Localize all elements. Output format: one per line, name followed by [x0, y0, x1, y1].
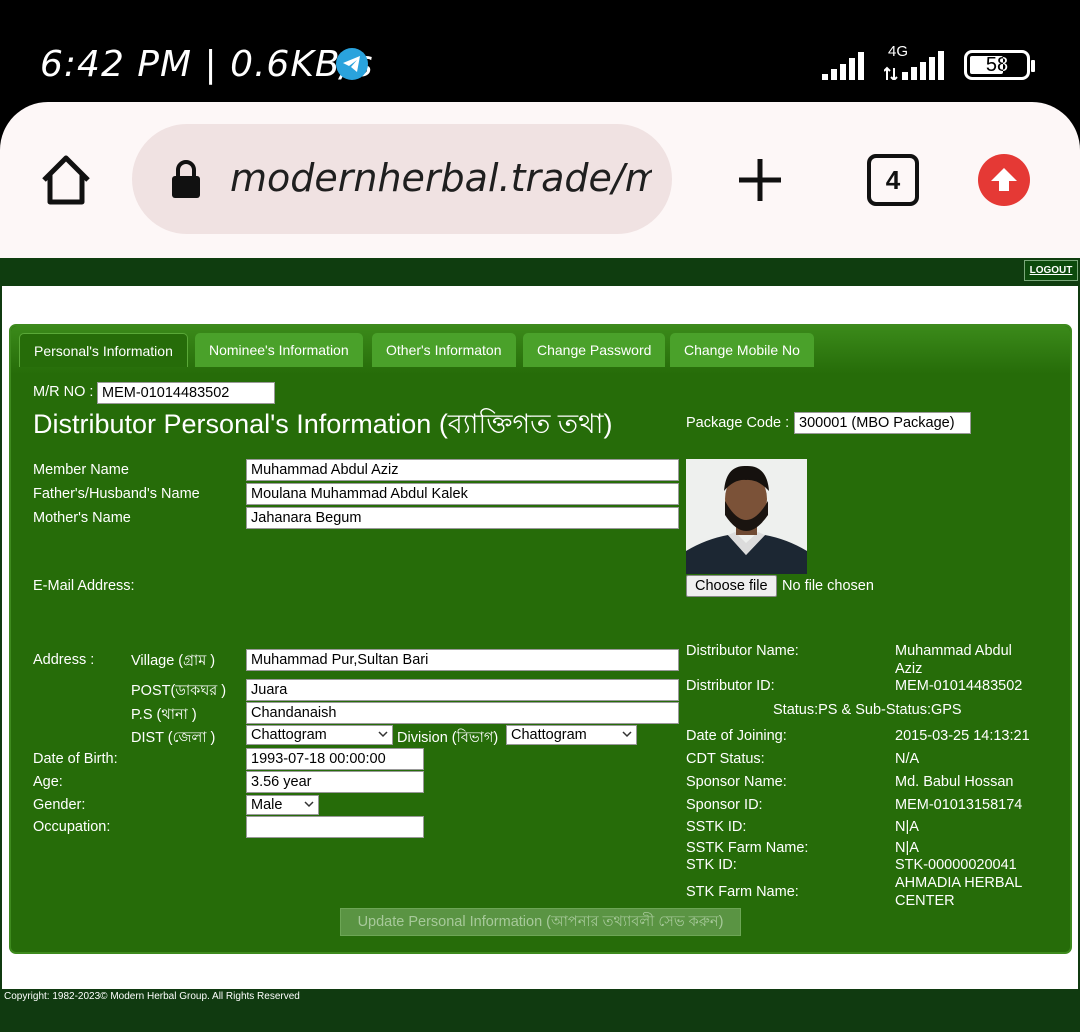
profile-photo — [686, 459, 807, 574]
update-arrow-icon[interactable] — [978, 154, 1030, 206]
gender-label: Gender: — [33, 797, 86, 813]
division-select[interactable]: Chattogram — [506, 725, 637, 745]
tab-bar: Personal's Information Nominee's Informa… — [11, 326, 1070, 374]
mr-no-field[interactable]: MEM-01014483502 — [97, 382, 275, 404]
chevron-down-icon — [622, 731, 632, 738]
dist-label: DIST (জেলা ) — [131, 730, 216, 746]
top-strip: LOGOUT — [0, 258, 1080, 286]
tab-others-information[interactable]: Other's Informaton — [372, 333, 516, 367]
telegram-icon — [336, 48, 368, 80]
no-file-text: No file chosen — [782, 578, 874, 594]
stk-farm-line1: AHMADIA HERBAL — [895, 875, 1023, 891]
sstk-id-value: N|A — [895, 819, 919, 835]
browser-toolbar: modernherbal.trade/mx 4 — [0, 102, 1080, 258]
tab-personal-information[interactable]: Personal's Information — [19, 333, 188, 367]
division-value: Chattogram — [511, 727, 587, 743]
sstk-farm-value: N|A — [895, 840, 919, 856]
village-field[interactable]: Muhammad Pur,Sultan Bari — [246, 649, 679, 671]
distributor-name-line1: Muhammad Abdul — [895, 643, 1012, 659]
occupation-field[interactable] — [246, 816, 424, 838]
post-label: POST(ডাকঘর ) — [131, 683, 227, 699]
mother-name-field[interactable]: Jahanara Begum — [246, 507, 679, 529]
ps-label: P.S (থানা ) — [131, 707, 197, 723]
signal-icon — [822, 52, 864, 80]
doj-value: 2015-03-25 14:13:21 — [895, 728, 1030, 744]
cdt-label: CDT Status: — [686, 751, 765, 767]
sstk-farm-label: SSTK Farm Name: — [686, 840, 809, 856]
battery-icon: 58 — [964, 50, 1035, 80]
ps-field[interactable]: Chandanaish — [246, 702, 679, 724]
sponsor-id-label: Sponsor ID: — [686, 797, 763, 813]
father-name-label: Father's/Husband's Name — [33, 486, 200, 502]
sponsor-name-value: Md. Babul Hossan — [895, 774, 1014, 790]
age-field[interactable]: 3.56 year — [246, 771, 424, 793]
footer-copyright: Copyright: 1982-2023© Modern Herbal Grou… — [4, 991, 300, 1002]
distributor-status: Status:PS & Sub-Status:GPS — [773, 702, 962, 718]
distributor-name-line2: Aziz — [895, 661, 923, 677]
sponsor-id-value: MEM-01013158174 — [895, 797, 1023, 813]
address-bar[interactable]: modernherbal.trade/mx — [132, 124, 672, 234]
home-icon[interactable] — [38, 152, 94, 208]
email-label: E-Mail Address: — [33, 578, 135, 594]
sstk-id-label: SSTK ID: — [686, 819, 747, 835]
chevron-down-icon — [378, 731, 388, 738]
dob-field[interactable]: 1993-07-18 00:00:00 — [246, 748, 424, 770]
stk-farm-line2: CENTER — [895, 893, 955, 909]
doj-label: Date of Joining: — [686, 728, 787, 744]
tab-count-button[interactable]: 4 — [867, 154, 919, 206]
stk-id-value: STK-00000020041 — [895, 857, 1017, 873]
address-label: Address : — [33, 652, 95, 668]
member-name-field[interactable]: Muhammad Abdul Aziz — [246, 459, 679, 481]
occupation-label: Occupation: — [33, 819, 111, 835]
cdt-value: N/A — [895, 751, 920, 767]
stk-id-label: STK ID: — [686, 857, 737, 873]
stk-farm-label: STK Farm Name: — [686, 884, 799, 900]
new-tab-icon[interactable] — [736, 156, 784, 204]
gender-select[interactable]: Male — [246, 795, 319, 815]
district-select[interactable]: Chattogram — [246, 725, 393, 745]
tab-change-password[interactable]: Change Password — [523, 333, 666, 367]
dob-label: Date of Birth: — [33, 751, 118, 767]
logout-button[interactable]: LOGOUT — [1024, 260, 1078, 281]
tab-change-mobile[interactable]: Change Mobile No — [670, 333, 814, 367]
age-label: Age: — [33, 774, 63, 790]
page-title: Distributor Personal's Information (ব্যা… — [33, 409, 613, 439]
distributor-id-value: MEM-01014483502 — [895, 678, 1023, 694]
gender-value: Male — [251, 797, 283, 813]
lock-icon — [172, 160, 200, 198]
mother-name-label: Mother's Name — [33, 510, 131, 526]
package-code-label: Package Code : — [686, 415, 790, 431]
status-time-speed: 6:42 PM | 0.6KB/s — [40, 44, 374, 85]
sponsor-name-label: Sponsor Name: — [686, 774, 787, 790]
post-field[interactable]: Juara — [246, 679, 679, 701]
father-name-field[interactable]: Moulana Muhammad Abdul Kalek — [246, 483, 679, 505]
tab-nominee-information[interactable]: Nominee's Information — [195, 333, 363, 367]
signal-4g-icon — [884, 51, 944, 80]
url-text[interactable]: modernherbal.trade/mx — [230, 156, 652, 200]
village-label: Village (গ্রাম ) — [131, 653, 216, 669]
package-code-field[interactable]: 300001 (MBO Package) — [794, 412, 971, 434]
status-bar: 6:42 PM | 0.6KB/s 4G 58 — [0, 0, 1080, 102]
mr-no-label: M/R NO : — [33, 384, 94, 400]
member-name-label: Member Name — [33, 462, 129, 478]
choose-file-button[interactable]: Choose file — [686, 575, 777, 597]
distributor-name-label: Distributor Name: — [686, 643, 799, 659]
chevron-down-icon — [304, 801, 314, 808]
battery-level: 58 — [985, 54, 1009, 76]
district-value: Chattogram — [251, 727, 327, 743]
distributor-id-label: Distributor ID: — [686, 678, 775, 694]
update-personal-info-button[interactable]: Update Personal Information (আপনার তথ্যা… — [340, 908, 741, 936]
